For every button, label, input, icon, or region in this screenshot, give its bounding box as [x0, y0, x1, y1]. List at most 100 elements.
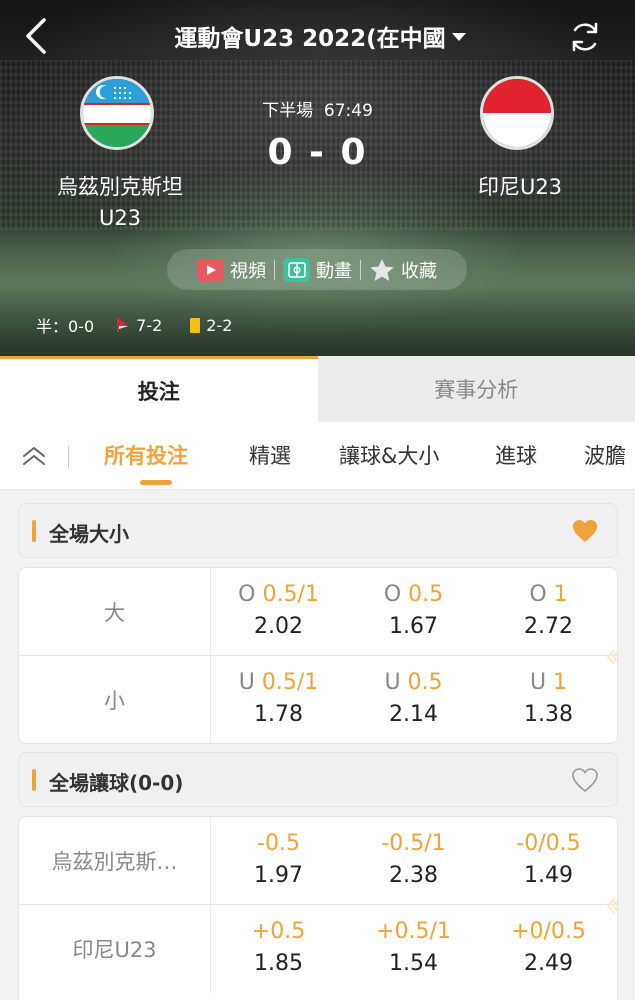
odds-value: 1.49 [524, 863, 573, 888]
odds-cell[interactable]: O 0.5 1.67 [346, 568, 481, 656]
odds-cell[interactable]: U 1 1.38 [481, 656, 616, 743]
corner-flag-icon [117, 318, 129, 332]
section-title: 全場大小 [49, 522, 129, 546]
home-team-flag [80, 76, 154, 150]
video-button[interactable]: 視頻 [189, 257, 274, 283]
double-chevron-up-icon [23, 447, 45, 465]
section-header-total[interactable]: 全場大小 [18, 503, 618, 558]
odds-row-home: 烏茲別克斯… -0.5 1.97 -0.5/1 2.38 -0/0.5 1.49 [19, 817, 617, 905]
odds-cell[interactable]: +0.5 1.85 [211, 905, 346, 993]
row-label: 烏茲別克斯… [19, 817, 211, 905]
refresh-button[interactable] [566, 18, 604, 56]
away-team-name: 印尼U23 [477, 175, 563, 199]
odds-value: 1.54 [389, 951, 438, 976]
handicap-line: 0.5/1 [262, 582, 319, 607]
odds-value: 1.67 [389, 614, 438, 639]
odds-cell[interactable]: -0.5 1.97 [211, 817, 346, 905]
swipe-left-icon [606, 649, 617, 665]
divider [68, 446, 69, 468]
section-accent-bar [32, 520, 36, 542]
favorite-button[interactable]: 收藏 [361, 257, 445, 283]
favorite-label: 收藏 [401, 260, 437, 282]
handicap-line: 0.5 [408, 582, 444, 607]
chevron-left-icon [26, 18, 46, 54]
bet-filter-bar: 所有投注 精選 讓球&大小 進球 波膽 [0, 422, 635, 490]
odds-value: 2.49 [524, 951, 573, 976]
refresh-icon [572, 22, 598, 52]
back-button[interactable] [20, 16, 54, 56]
handicap-line: 0.5/1 [261, 670, 319, 695]
handicap-line: -0.5 [257, 831, 300, 856]
odds-value: 2.38 [389, 863, 438, 888]
page-title: 運動會U23 2022(在中國 [174, 26, 446, 52]
star-icon [370, 258, 394, 281]
odds-cell[interactable]: +0.5/1 1.54 [346, 905, 481, 993]
odds-cell[interactable]: O 1 2.72 [481, 568, 616, 656]
home-team-name-line2: U23 [98, 206, 142, 230]
line-prefix: U [238, 670, 255, 695]
filter-correct-score[interactable]: 波膽 [584, 440, 626, 470]
row-label: 大 [19, 568, 211, 656]
odds-value: 2.72 [524, 614, 573, 639]
corner-count: 7-2 [136, 315, 163, 335]
heart-outline-icon[interactable] [571, 766, 599, 794]
handicap-line: -0/0.5 [516, 831, 581, 856]
section-header-handicap[interactable]: 全場讓球(0-0) [18, 752, 618, 807]
match-status: 下半場 67:49 [215, 96, 420, 121]
line-prefix: O [238, 582, 256, 607]
odds-card-handicap: 烏茲別克斯… -0.5 1.97 -0.5/1 2.38 -0/0.5 1.49… [18, 816, 618, 1000]
odds-value: 2.02 [254, 614, 303, 639]
match-clock: 67:49 [323, 101, 373, 121]
league-selector[interactable]: 運動會U23 2022(在中國 [150, 18, 490, 54]
filter-featured[interactable]: 精選 [249, 440, 291, 470]
match-header: 運動會U23 2022(在中國 烏茲別克斯坦 U23 印尼U23 下半場 67:… [0, 0, 635, 356]
odds-cell[interactable]: U 0.5/1 1.78 [211, 656, 346, 743]
media-action-bar: 視頻 動畫 收藏 [167, 249, 467, 290]
line-prefix: U [529, 670, 547, 695]
away-team-flag [480, 76, 554, 150]
tab-analysis[interactable]: 賽事分析 [317, 356, 635, 422]
odds-cell[interactable]: +0/0.5 2.49 [481, 905, 616, 993]
tab-bet[interactable]: 投注 [0, 356, 318, 422]
pitch-icon [283, 257, 310, 282]
half-time-score: 半：0-0 [36, 317, 95, 336]
odds-row-over: 大 O 0.5/1 2.02 O 0.5 1.67 O 1 2.72 [19, 568, 617, 656]
row-label: 印尼U23 [19, 905, 211, 993]
line-prefix: O [383, 582, 402, 607]
odds-value: 1.38 [524, 702, 573, 727]
odds-value: 1.78 [254, 702, 303, 727]
handicap-line: +0/0.5 [511, 919, 586, 944]
row-label: 小 [19, 656, 211, 743]
video-label: 視頻 [230, 260, 266, 282]
handicap-line: 1 [553, 582, 568, 607]
handicap-line: +0.5/1 [376, 919, 451, 944]
active-filter-indicator [140, 480, 172, 485]
yellow-card-count: 2-2 [206, 315, 233, 335]
collapse-all-button[interactable] [20, 442, 48, 470]
match-score: 0 - 0 [267, 132, 368, 173]
section-accent-bar [32, 769, 36, 791]
main-tabs: 投注 賽事分析 [0, 356, 635, 422]
filter-handicap-ou[interactable]: 讓球&大小 [339, 440, 439, 470]
odds-row-away: 印尼U23 +0.5 1.85 +0.5/1 1.54 +0/0.5 2.49 [19, 905, 617, 993]
handicap-line: +0.5 [251, 919, 306, 944]
yellow-card-icon [190, 317, 201, 333]
home-team-name: 烏茲別克斯坦 U23 [30, 172, 210, 234]
caret-down-icon [451, 33, 466, 41]
odds-card-total: 大 O 0.5/1 2.02 O 0.5 1.67 O 1 2.72 小 U 0… [18, 567, 618, 744]
filter-all[interactable]: 所有投注 [104, 440, 188, 470]
filter-goals[interactable]: 進球 [495, 440, 537, 470]
odds-cell[interactable]: -0/0.5 1.49 [481, 817, 616, 905]
odds-row-under: 小 U 0.5/1 1.78 U 0.5 2.14 U 1 1.38 [19, 656, 617, 743]
odds-cell[interactable]: -0.5/1 2.38 [346, 817, 481, 905]
odds-value: 2.14 [389, 702, 438, 727]
animation-label: 動畫 [316, 260, 352, 282]
play-icon [197, 258, 224, 281]
odds-cell[interactable]: U 0.5 2.14 [346, 656, 481, 743]
handicap-line: -0.5/1 [381, 831, 446, 856]
heart-filled-icon[interactable] [571, 517, 599, 545]
odds-cell[interactable]: O 0.5/1 2.02 [211, 568, 346, 656]
home-team-name-line1: 烏茲別克斯坦 [57, 175, 183, 199]
match-stats: 半：0-0 7-2 2-2 [36, 313, 232, 337]
animation-button[interactable]: 動畫 [275, 257, 360, 283]
